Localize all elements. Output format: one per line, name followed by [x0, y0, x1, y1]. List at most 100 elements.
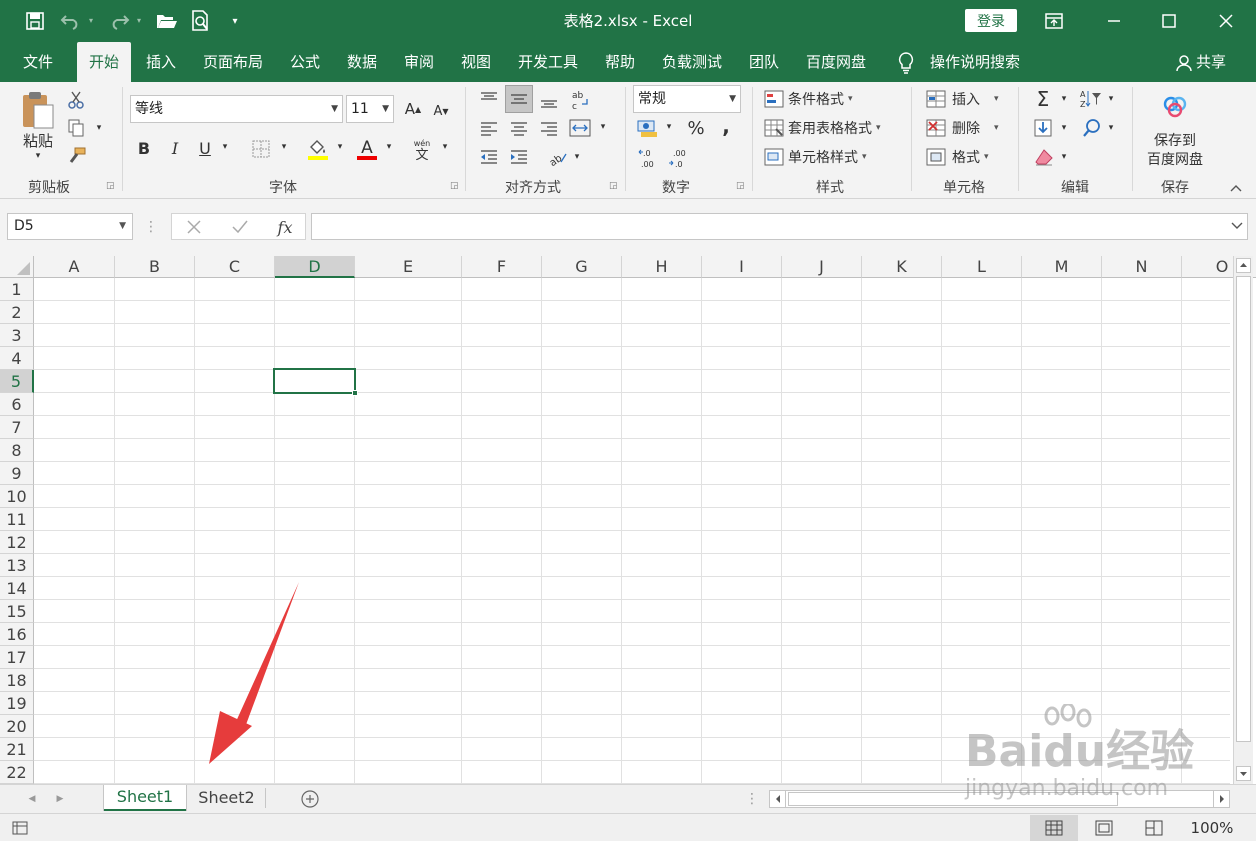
row-header[interactable]: 3: [0, 324, 34, 347]
align-right-icon[interactable]: [538, 118, 560, 140]
new-sheet-icon[interactable]: [300, 789, 320, 809]
tab-help[interactable]: 帮助: [597, 42, 643, 82]
percent-style-button[interactable]: %: [684, 116, 708, 140]
sort-filter-icon[interactable]: AZ: [1078, 88, 1104, 110]
minimize-icon[interactable]: [1102, 10, 1126, 32]
tab-formulas[interactable]: 公式: [282, 42, 328, 82]
row-header[interactable]: 17: [0, 646, 34, 669]
alignment-launcher-icon[interactable]: ◲: [609, 181, 619, 191]
column-header-h[interactable]: H: [622, 256, 702, 278]
format-painter-icon[interactable]: [66, 146, 88, 166]
close-icon[interactable]: [1214, 10, 1238, 32]
fill-handle[interactable]: [352, 390, 358, 396]
tab-split-grip-icon[interactable]: ⋮: [745, 791, 759, 807]
column-header-l[interactable]: L: [942, 256, 1022, 278]
font-color-dropdown-icon[interactable]: ▾: [383, 140, 395, 154]
align-middle-icon[interactable]: [505, 85, 533, 113]
confirm-entry-icon[interactable]: [228, 217, 252, 237]
tab-insert[interactable]: 插入: [138, 42, 184, 82]
vertical-scrollbar[interactable]: [1233, 256, 1253, 784]
tab-page-layout[interactable]: 页面布局: [196, 42, 270, 82]
row-header[interactable]: 19: [0, 692, 34, 715]
delete-cells-button[interactable]: 删除 ▾: [926, 117, 1006, 139]
increase-font-size-icon[interactable]: A ▲: [403, 98, 423, 120]
share-button[interactable]: 共享: [1196, 42, 1230, 82]
row-header[interactable]: 18: [0, 669, 34, 692]
insert-cells-button[interactable]: 插入 ▾: [926, 88, 1006, 110]
underline-dropdown-icon[interactable]: ▾: [219, 140, 231, 154]
copy-dropdown-icon[interactable]: ▾: [92, 122, 106, 134]
wrap-text-icon[interactable]: ab c: [568, 88, 592, 112]
font-color-icon[interactable]: A: [354, 136, 380, 162]
phonetic-guide-icon[interactable]: wén 文: [408, 136, 436, 162]
cell-styles-button[interactable]: 单元格样式 ▾: [764, 146, 884, 168]
align-left-icon[interactable]: [478, 118, 500, 140]
borders-dropdown-icon[interactable]: ▾: [278, 140, 290, 154]
tell-me-search[interactable]: 操作说明搜索: [926, 42, 1024, 82]
accounting-dropdown-icon[interactable]: ▾: [663, 120, 675, 134]
column-header-d[interactable]: D: [275, 256, 355, 278]
sheet-tab-sheet1[interactable]: Sheet1: [104, 785, 186, 811]
column-header-c[interactable]: C: [195, 256, 275, 278]
row-header[interactable]: 6: [0, 393, 34, 416]
zoom-level[interactable]: 100%: [1184, 817, 1240, 839]
tab-developer[interactable]: 开发工具: [510, 42, 586, 82]
clear-dropdown-icon[interactable]: ▾: [1058, 150, 1070, 164]
macro-record-icon[interactable]: [10, 819, 30, 837]
row-header[interactable]: 15: [0, 600, 34, 623]
conditional-formatting-button[interactable]: 条件格式 ▾: [764, 88, 874, 110]
baidu-netdisk-icon[interactable]: [1158, 92, 1192, 122]
vertical-scroll-thumb[interactable]: [1236, 276, 1251, 742]
page-layout-view-icon[interactable]: [1092, 817, 1116, 839]
row-header[interactable]: 20: [0, 715, 34, 738]
row-header[interactable]: 22: [0, 761, 34, 784]
sheet-tab-sheet2[interactable]: Sheet2: [188, 788, 266, 808]
login-button[interactable]: 登录: [965, 9, 1017, 32]
column-header-a[interactable]: A: [34, 256, 115, 278]
active-cell-d5[interactable]: [273, 368, 358, 396]
fill-color-dropdown-icon[interactable]: ▾: [334, 140, 346, 154]
format-cells-button[interactable]: 格式 ▾: [926, 146, 1006, 168]
comma-style-button[interactable]: ,: [716, 114, 736, 138]
row-header[interactable]: 14: [0, 577, 34, 600]
number-launcher-icon[interactable]: ◲: [736, 181, 746, 191]
tab-review[interactable]: 审阅: [396, 42, 442, 82]
find-select-dropdown-icon[interactable]: ▾: [1105, 121, 1117, 135]
decrease-indent-icon[interactable]: [478, 146, 500, 168]
scroll-right-icon[interactable]: [1213, 791, 1229, 807]
find-select-icon[interactable]: [1080, 117, 1104, 139]
insert-function-button[interactable]: fx: [272, 216, 298, 238]
merge-dropdown-icon[interactable]: ▾: [597, 120, 609, 134]
tab-file[interactable]: 文件: [12, 42, 64, 82]
increase-indent-icon[interactable]: [508, 146, 530, 168]
sort-filter-dropdown-icon[interactable]: ▾: [1105, 92, 1117, 106]
scroll-up-icon[interactable]: [1236, 258, 1251, 273]
clear-icon[interactable]: [1032, 146, 1056, 168]
orientation-dropdown-icon[interactable]: ▾: [571, 150, 583, 164]
tab-baidu-netdisk[interactable]: 百度网盘: [798, 42, 874, 82]
row-header[interactable]: 8: [0, 439, 34, 462]
column-header-j[interactable]: J: [782, 256, 862, 278]
fill-dropdown-icon[interactable]: ▾: [1058, 121, 1070, 135]
column-header-b[interactable]: B: [115, 256, 195, 278]
formula-bar-grip-icon[interactable]: ⋮: [144, 217, 158, 237]
tab-view[interactable]: 视图: [453, 42, 499, 82]
column-header-i[interactable]: I: [702, 256, 782, 278]
row-header[interactable]: 1: [0, 278, 34, 301]
autosum-icon[interactable]: Σ: [1032, 87, 1054, 111]
scroll-left-icon[interactable]: [770, 791, 786, 807]
row-header[interactable]: 11: [0, 508, 34, 531]
row-header[interactable]: 2: [0, 301, 34, 324]
cancel-entry-icon[interactable]: [182, 217, 206, 237]
share-user-icon[interactable]: [1174, 53, 1194, 73]
page-break-view-icon[interactable]: [1142, 817, 1166, 839]
autosum-dropdown-icon[interactable]: ▾: [1058, 92, 1070, 106]
formula-input[interactable]: [311, 213, 1248, 240]
fill-icon[interactable]: [1032, 117, 1054, 139]
merge-center-icon[interactable]: [567, 116, 593, 140]
tab-data[interactable]: 数据: [339, 42, 385, 82]
row-header[interactable]: 7: [0, 416, 34, 439]
orientation-icon[interactable]: ab: [545, 146, 569, 168]
phonetic-dropdown-icon[interactable]: ▾: [439, 140, 451, 154]
increase-decimal-icon[interactable]: .0.00: [636, 146, 662, 170]
